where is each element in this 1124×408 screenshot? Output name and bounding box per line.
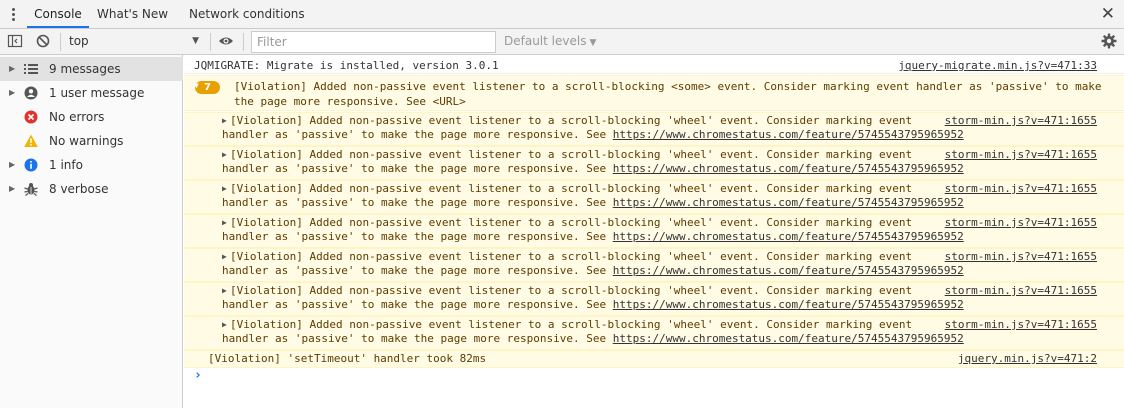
- source-link[interactable]: storm-min.js?v=471:1655: [945, 114, 1097, 127]
- console-message-violation[interactable]: ▶ [Violation] Added non-passive event li…: [184, 214, 1124, 248]
- url-link[interactable]: https://www.chromestatus.com/feature/574…: [613, 162, 964, 175]
- toolbar-divider: [210, 33, 211, 51]
- log-levels-dropdown[interactable]: Default levels ▼: [504, 34, 596, 48]
- console-sidebar: ▶ 9 messages ▶ 1 user message No errors …: [0, 55, 183, 408]
- console-message-violation[interactable]: ▶ [Violation] Added non-passive event li…: [184, 248, 1124, 282]
- bug-icon: [24, 183, 38, 196]
- url-link[interactable]: https://www.chromestatus.com/feature/574…: [613, 332, 964, 345]
- drawer-tabbar: Console What's New Network conditions ✕: [0, 0, 1124, 29]
- sidebar-item-label: No errors: [49, 110, 105, 124]
- expand-arrow-icon[interactable]: ▶: [9, 177, 15, 201]
- console-message-migrate: JQMIGRATE: Migrate is installed, version…: [184, 56, 1124, 74]
- url-link[interactable]: https://www.chromestatus.com/feature/574…: [613, 264, 964, 277]
- source-link[interactable]: storm-min.js?v=471:1655: [945, 182, 1097, 195]
- toolbar-divider: [60, 33, 61, 51]
- expand-arrow-icon[interactable]: ▶: [222, 150, 227, 159]
- message-text-continued: handler as 'passive' to make the page mo…: [222, 332, 964, 345]
- list-icon: [24, 64, 38, 74]
- console-message-violation[interactable]: ▶ [Violation] Added non-passive event li…: [184, 112, 1124, 146]
- levels-label: Default levels: [504, 34, 587, 48]
- dropdown-arrow-icon: ▼: [589, 38, 597, 48]
- error-icon: [24, 110, 38, 124]
- more-options-icon[interactable]: [9, 7, 19, 23]
- message-text-continued: handler as 'passive' to make the page mo…: [222, 162, 964, 175]
- user-icon: [24, 86, 38, 100]
- expand-arrow-icon[interactable]: ▶: [222, 286, 227, 295]
- sidebar-item-label: 1 user message: [49, 86, 145, 100]
- console-prompt-icon[interactable]: ›: [194, 368, 202, 383]
- expand-arrow-icon[interactable]: ▶: [222, 252, 227, 261]
- source-link[interactable]: jquery-migrate.min.js?v=471:33: [898, 59, 1097, 72]
- console-message-timeout[interactable]: [Violation] 'setTimeout' handler took 82…: [184, 350, 1124, 368]
- toolbar-divider: [243, 33, 244, 51]
- expand-arrow-icon[interactable]: ▶: [9, 153, 15, 177]
- sidebar-toggle-icon[interactable]: [7, 33, 23, 49]
- sidebar-item-verbose[interactable]: ▶ 8 verbose: [0, 177, 183, 201]
- console-message-violation[interactable]: ▶ [Violation] Added non-passive event li…: [184, 180, 1124, 214]
- url-link[interactable]: https://www.chromestatus.com/feature/574…: [613, 128, 964, 141]
- gear-icon[interactable]: [1101, 33, 1117, 49]
- message-text: [Violation] Added non-passive event list…: [230, 284, 913, 297]
- console-message-violation[interactable]: ▶ [Violation] Added non-passive event li…: [184, 316, 1124, 350]
- message-text: [Violation] Added non-passive event list…: [230, 148, 913, 161]
- console-message-violation[interactable]: ▶ [Violation] Added non-passive event li…: [184, 146, 1124, 180]
- source-link[interactable]: jquery.min.js?v=471:2: [958, 352, 1097, 365]
- message-text-continued: handler as 'passive' to make the page mo…: [222, 298, 964, 311]
- message-text: [Violation] Added non-passive event list…: [234, 80, 1102, 93]
- source-link[interactable]: storm-min.js?v=471:1655: [945, 284, 1097, 297]
- message-text-continued: handler as 'passive' to make the page mo…: [222, 128, 964, 141]
- console-message-group[interactable]: 7 ▼ [Violation] Added non-passive event …: [184, 75, 1124, 111]
- dropdown-arrow-icon: ▼: [192, 36, 199, 46]
- sidebar-item-label: No warnings: [49, 134, 124, 148]
- message-text: JQMIGRATE: Migrate is installed, version…: [194, 59, 499, 72]
- sidebar-item-info[interactable]: ▶ 1 info: [0, 153, 183, 177]
- source-link[interactable]: storm-min.js?v=471:1655: [945, 216, 1097, 229]
- console-toolbar: top ▼ Default levels▼: [0, 29, 1124, 55]
- url-link[interactable]: https://www.chromestatus.com/feature/574…: [613, 298, 964, 311]
- sidebar-item-warnings[interactable]: No warnings: [0, 129, 183, 153]
- context-selector[interactable]: top ▼: [63, 30, 205, 53]
- sidebar-item-label: 1 info: [49, 158, 83, 172]
- source-link[interactable]: storm-min.js?v=471:1655: [945, 318, 1097, 331]
- expand-arrow-icon[interactable]: ▶: [222, 218, 227, 227]
- tab-console[interactable]: Console: [27, 0, 89, 28]
- source-link[interactable]: storm-min.js?v=471:1655: [945, 148, 1097, 161]
- expand-arrow-icon[interactable]: ▼: [194, 81, 199, 90]
- expand-arrow-icon[interactable]: ▶: [222, 116, 227, 125]
- message-text: [Violation] Added non-passive event list…: [230, 250, 913, 263]
- clear-console-icon[interactable]: [35, 33, 51, 49]
- expand-arrow-icon[interactable]: ▶: [222, 320, 227, 329]
- warning-icon: [24, 134, 38, 147]
- tab-whats-new[interactable]: What's New: [97, 0, 168, 28]
- message-text-continued: the page more responsive. See <URL>: [234, 95, 466, 108]
- message-text: [Violation] Added non-passive event list…: [230, 216, 913, 229]
- source-link[interactable]: storm-min.js?v=471:1655: [945, 250, 1097, 263]
- expand-arrow-icon[interactable]: ▶: [9, 81, 15, 105]
- expand-arrow-icon[interactable]: ▶: [222, 184, 227, 193]
- message-text: [Violation] Added non-passive event list…: [230, 182, 913, 195]
- sidebar-item-user-messages[interactable]: ▶ 1 user message: [0, 81, 183, 105]
- sidebar-item-label: 9 messages: [49, 62, 121, 76]
- message-text-continued: handler as 'passive' to make the page mo…: [222, 196, 964, 209]
- expand-arrow-icon[interactable]: ▶: [9, 57, 15, 81]
- eye-icon[interactable]: [218, 33, 234, 49]
- console-messages: JQMIGRATE: Migrate is installed, version…: [184, 55, 1124, 408]
- console-message-violation[interactable]: ▶ [Violation] Added non-passive event li…: [184, 282, 1124, 316]
- info-icon: [24, 158, 38, 172]
- tab-network-conditions[interactable]: Network conditions: [189, 0, 305, 28]
- sidebar-item-errors[interactable]: No errors: [0, 105, 183, 129]
- message-text-continued: handler as 'passive' to make the page mo…: [222, 230, 964, 243]
- message-text-continued: handler as 'passive' to make the page mo…: [222, 264, 964, 277]
- message-text: [Violation] 'setTimeout' handler took 82…: [208, 352, 487, 365]
- message-text: [Violation] Added non-passive event list…: [230, 114, 913, 127]
- sidebar-item-label: 8 verbose: [49, 182, 109, 196]
- url-link[interactable]: https://www.chromestatus.com/feature/574…: [613, 196, 964, 209]
- sidebar-item-messages[interactable]: ▶ 9 messages: [0, 57, 183, 81]
- url-link[interactable]: https://www.chromestatus.com/feature/574…: [613, 230, 964, 243]
- context-label: top: [69, 34, 89, 48]
- close-icon[interactable]: ✕: [1101, 4, 1115, 24]
- message-text: [Violation] Added non-passive event list…: [230, 318, 913, 331]
- filter-input[interactable]: [251, 31, 496, 53]
